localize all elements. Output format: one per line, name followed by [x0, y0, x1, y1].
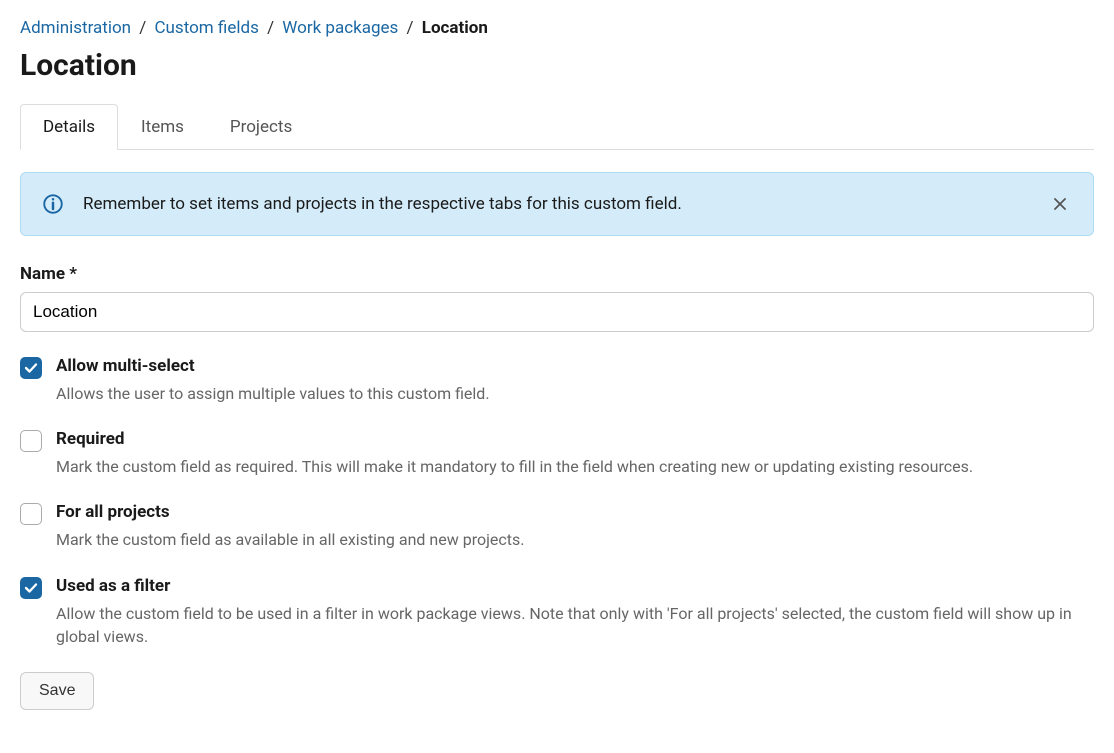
breadcrumb: Administration / Custom fields / Work pa… [20, 18, 1094, 38]
used-as-filter-label: Used as a filter [56, 576, 1094, 596]
info-banner: Remember to set items and projects in th… [20, 172, 1094, 236]
required-label: Required [56, 429, 973, 449]
page-title: Location [20, 48, 1094, 83]
checkbox-row-used-as-filter: Used as a filter Allow the custom field … [20, 576, 1094, 648]
tabs: Details Items Projects [20, 103, 1094, 150]
name-input[interactable] [20, 292, 1094, 332]
required-checkbox[interactable] [20, 430, 42, 452]
tab-projects[interactable]: Projects [207, 104, 315, 150]
breadcrumb-separator: / [267, 18, 274, 38]
checkbox-row-required: Required Mark the custom field as requir… [20, 429, 1094, 478]
close-icon[interactable] [1049, 193, 1071, 215]
used-as-filter-help: Allow the custom field to be used in a f… [56, 602, 1094, 648]
breadcrumb-administration[interactable]: Administration [20, 18, 131, 38]
checkbox-row-multi-select: Allow multi-select Allows the user to as… [20, 356, 1094, 405]
checkbox-row-for-all-projects: For all projects Mark the custom field a… [20, 502, 1094, 551]
breadcrumb-current: Location [422, 18, 488, 38]
required-help: Mark the custom field as required. This … [56, 455, 973, 478]
for-all-projects-help: Mark the custom field as available in al… [56, 528, 524, 551]
breadcrumb-separator: / [139, 18, 146, 38]
for-all-projects-label: For all projects [56, 502, 524, 522]
tab-details[interactable]: Details [20, 104, 118, 150]
info-icon [43, 194, 63, 214]
allow-multi-select-label: Allow multi-select [56, 356, 490, 376]
name-label: Name * [20, 264, 1094, 284]
allow-multi-select-help: Allows the user to assign multiple value… [56, 382, 490, 405]
for-all-projects-checkbox[interactable] [20, 503, 42, 525]
allow-multi-select-checkbox[interactable] [20, 357, 42, 379]
used-as-filter-checkbox[interactable] [20, 577, 42, 599]
tab-items[interactable]: Items [118, 104, 207, 150]
breadcrumb-separator: / [407, 18, 414, 38]
info-message: Remember to set items and projects in th… [83, 194, 682, 214]
breadcrumb-custom-fields[interactable]: Custom fields [154, 18, 258, 38]
save-button[interactable]: Save [20, 672, 94, 710]
name-field-group: Name * [20, 264, 1094, 332]
breadcrumb-work-packages[interactable]: Work packages [282, 18, 398, 38]
